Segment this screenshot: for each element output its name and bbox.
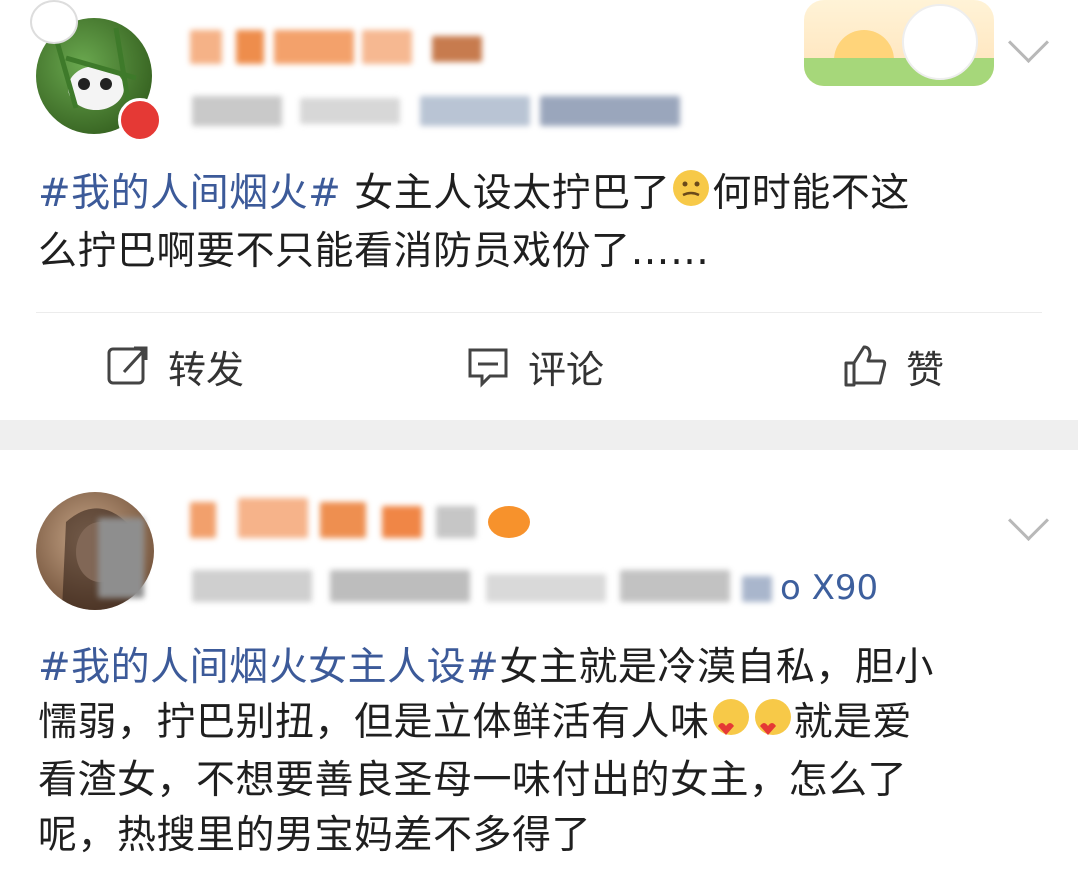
weibo-post-2: o X90 #我的人间烟火女主人设#女主就是冷漠自私，胆小 懦弱，拧巴别扭，但是… [0, 450, 1078, 888]
pufferfish-icon [488, 506, 530, 538]
like-button[interactable]: 赞 [842, 340, 944, 392]
device-label: o X90 [780, 568, 879, 608]
hashtag-link[interactable]: #我的人间烟火女主人设# [38, 645, 499, 690]
thumbs-up-icon [844, 345, 887, 387]
feed-separator [0, 420, 1078, 450]
chevron-down-icon[interactable] [1007, 499, 1050, 542]
comment-icon [468, 348, 508, 388]
divider [36, 312, 1042, 313]
dog-mascot-icon [902, 4, 978, 80]
comment-button[interactable]: 评论 [466, 340, 604, 392]
post-text: #我的人间烟火# 女主人设太拧巴了 何时能不这 么拧巴啊要不只能看消防员戏份了…… [38, 166, 910, 279]
chevron-down-icon[interactable] [1007, 21, 1050, 64]
heart-emoji-icon [710, 696, 794, 753]
smirk-emoji-icon [670, 167, 712, 224]
dog-sticker-icon [30, 0, 78, 44]
repost-button[interactable]: 转发 [106, 340, 244, 392]
verified-badge-icon [118, 98, 162, 142]
hashtag-link[interactable]: #我的人间烟火# [38, 171, 341, 216]
card-decoration [804, 0, 994, 86]
repost-icon [107, 346, 148, 385]
weibo-post-1: #我的人间烟火# 女主人设太拧巴了 何时能不这 么拧巴啊要不只能看消防员戏份了…… [0, 0, 1078, 420]
avatar-mosaic [98, 518, 144, 598]
post-text: #我的人间烟火女主人设#女主就是冷漠自私，胆小 懦弱，拧巴别扭，但是立体鲜活有人… [38, 645, 934, 858]
